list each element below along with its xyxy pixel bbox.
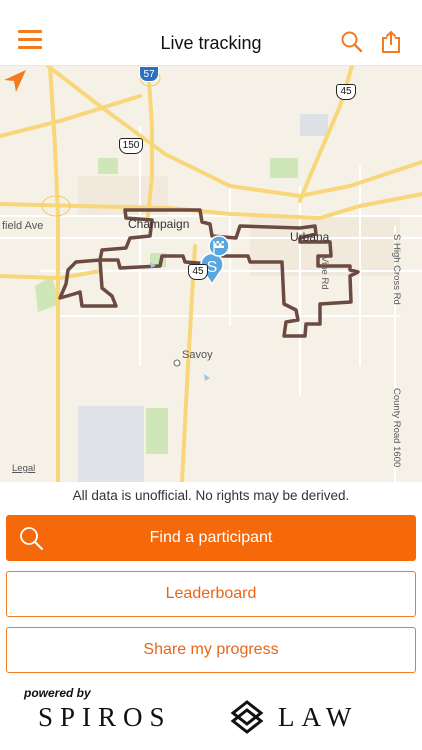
share-progress-label: Share my progress: [143, 641, 279, 658]
interstate-57-shield: 57: [139, 66, 159, 82]
sponsor-mark-icon: [230, 700, 264, 734]
powered-by-label: powered by: [24, 686, 91, 700]
road-label-vine: Vine Rd: [319, 256, 330, 290]
sponsor-name-part1: SPIROS: [38, 702, 172, 732]
map-canvas: S: [0, 66, 422, 482]
us-45-shield-top: 45: [336, 84, 356, 100]
park-area: [146, 408, 168, 454]
road-label-high-cross: S High Cross Rd: [391, 234, 402, 305]
road-label-county-road: County Road 1600: [391, 388, 402, 468]
find-participant-button[interactable]: Find a participant: [6, 515, 416, 561]
road-label-field-ave: field Ave: [2, 220, 44, 232]
city-label-urbana: Urbana: [290, 230, 330, 244]
find-participant-label: Find a participant: [149, 529, 273, 546]
top-bar: Live tracking: [0, 0, 422, 66]
sponsor-name-part2: LAW: [278, 702, 359, 732]
share-progress-button[interactable]: Share my progress: [6, 627, 416, 673]
finish-flag-icon: [208, 235, 230, 257]
city-label-savoy: Savoy: [182, 349, 213, 361]
search-icon[interactable]: [340, 30, 364, 54]
city-label-champaign: Champaign: [128, 217, 190, 231]
us-150-shield: 150: [119, 138, 143, 154]
us-45-shield-mid: 45: [188, 264, 208, 280]
svg-text:S: S: [207, 259, 218, 276]
share-icon[interactable]: [380, 30, 402, 54]
map-legal-link[interactable]: Legal: [12, 463, 35, 474]
airport-area: [78, 406, 144, 482]
disclaimer-text: All data is unofficial. No rights may be…: [72, 488, 350, 503]
sponsor-logo: SPIROS LAW: [38, 700, 388, 734]
map-view[interactable]: S 57 150 45 45 Champaign Urbana Savoy fi…: [0, 66, 422, 482]
search-icon: [20, 527, 43, 550]
leaderboard-label: Leaderboard: [165, 585, 257, 602]
location-arrow-icon[interactable]: [0, 66, 30, 96]
leaderboard-button[interactable]: Leaderboard: [6, 571, 416, 617]
